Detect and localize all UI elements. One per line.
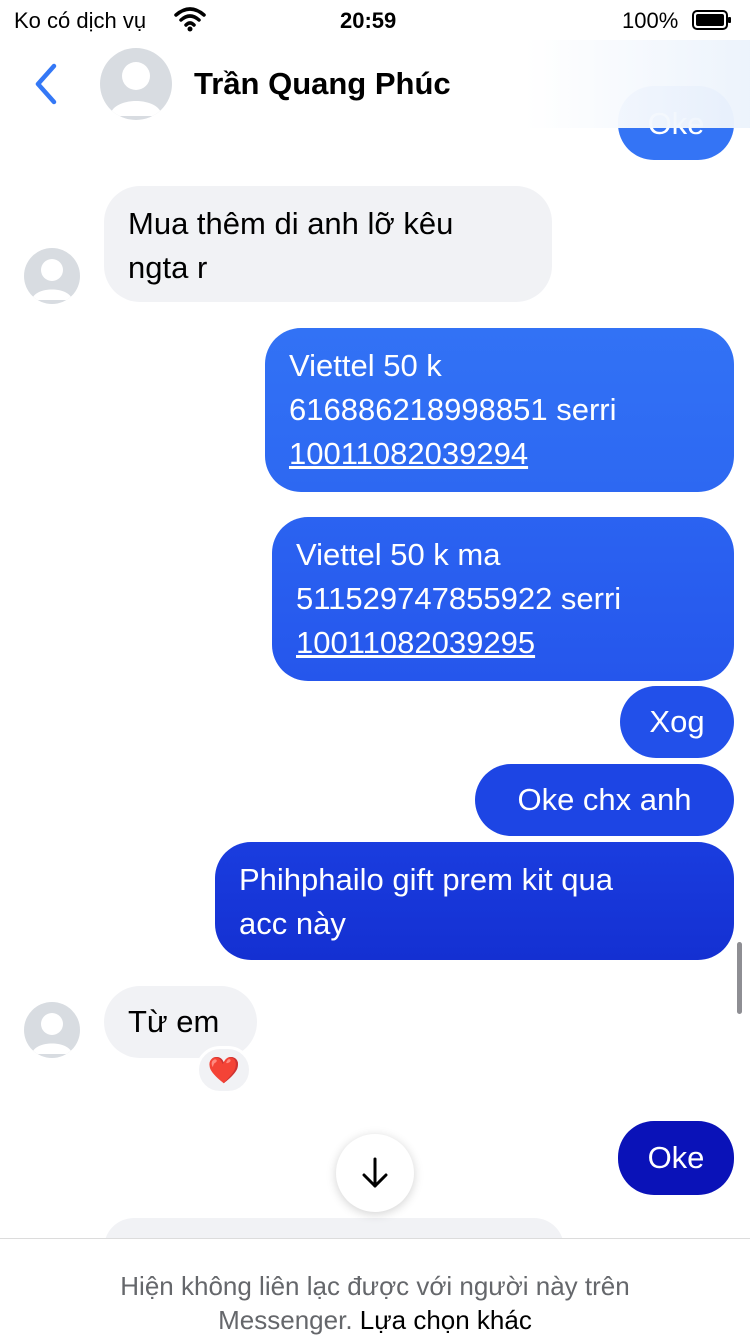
message-text: Xog — [649, 704, 705, 739]
message-bubble-outgoing[interactable]: Oke — [618, 1121, 734, 1195]
scrollbar[interactable] — [737, 942, 742, 1014]
message-text: acc này — [239, 906, 346, 941]
clock: 20:59 — [340, 8, 397, 33]
message-bubble-outgoing[interactable]: Viettel 50 k 616886218998851 serri 10011… — [265, 328, 734, 492]
message-text: ngta r — [128, 250, 208, 285]
conversation-header: Trần Quang Phúc — [0, 40, 750, 128]
contact-avatar[interactable] — [24, 1002, 80, 1058]
message-text: 616886218998851 serri — [289, 392, 617, 427]
contact-name[interactable]: Trần Quang Phúc — [194, 66, 451, 102]
scroll-to-bottom-button[interactable] — [336, 1134, 414, 1212]
heart-reaction-icon[interactable]: ❤️ — [196, 1046, 252, 1094]
message-text: Oke chx anh — [517, 782, 692, 817]
message-bubble-incoming[interactable]: Mua thêm di anh lỡ kêu ngta r — [104, 186, 552, 302]
message-list[interactable]: Oke Mua thêm di anh lỡ kêu ngta r Viette… — [0, 0, 750, 1238]
other-options-link[interactable]: Lựa chọn khác — [360, 1305, 532, 1335]
message-text: Từ em — [128, 1004, 220, 1039]
phone-number-link[interactable]: 10011082039295 — [296, 621, 710, 665]
message-bubble-outgoing[interactable]: Oke chx anh — [475, 764, 734, 836]
battery-percentage: 100% — [622, 8, 679, 33]
message-text: Viettel 50 k ma — [296, 537, 501, 572]
message-text: 511529747855922 serri — [296, 581, 622, 616]
carrier-label: Ko có dịch vụ — [14, 8, 147, 33]
back-button[interactable] — [30, 62, 64, 106]
wifi-icon — [174, 7, 206, 32]
status-bar: Ko có dịch vụ 20:59 100% — [0, 0, 750, 40]
notice-text: Hiện không liên lạc được với người này t… — [120, 1271, 630, 1301]
notice-text: Messenger. — [218, 1305, 353, 1335]
message-bubble-outgoing[interactable]: Phihphailo gift prem kit qua acc này — [215, 842, 734, 960]
message-bubble-incoming[interactable] — [104, 1218, 564, 1238]
message-bubble-outgoing[interactable]: Xog — [620, 686, 734, 758]
notice-line: Messenger. Lựa chọn khác — [0, 1303, 750, 1337]
chevron-left-icon — [35, 63, 57, 105]
contact-avatar[interactable] — [24, 248, 80, 304]
contact-avatar[interactable] — [100, 48, 172, 120]
messaging-unavailable-notice: Hiện không liên lạc được với người này t… — [0, 1238, 750, 1335]
message-text: Phihphailo gift prem kit qua — [239, 862, 613, 897]
message-text: Viettel 50 k — [289, 348, 442, 383]
message-text: Mua thêm di anh lỡ kêu — [128, 206, 454, 241]
message-text: Oke — [647, 1140, 705, 1175]
message-bubble-outgoing[interactable]: Viettel 50 k ma 511529747855922 serri 10… — [272, 517, 734, 681]
arrow-down-icon — [362, 1157, 388, 1188]
battery-icon — [692, 10, 731, 30]
phone-number-link[interactable]: 10011082039294 — [289, 432, 710, 476]
